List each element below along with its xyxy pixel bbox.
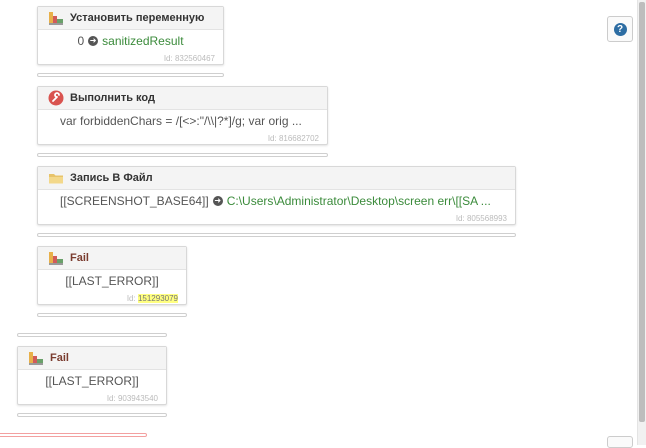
block-header: Выполнить код — [38, 87, 327, 110]
variable-name: sanitizedResult — [102, 34, 184, 48]
variable-blocks-icon — [48, 10, 64, 26]
error-variable: [[LAST_ERROR]] — [45, 374, 139, 388]
block-header: Установить переменную — [38, 7, 223, 30]
question-icon: ? — [613, 22, 627, 36]
block-header: Fail — [38, 247, 186, 270]
scroll-top-button[interactable] — [607, 436, 633, 448]
variable-index: 0 — [77, 34, 85, 48]
block-title: Запись В Файл — [70, 172, 153, 184]
block-header: Fail — [18, 347, 166, 370]
block-connector[interactable] — [37, 233, 516, 237]
highlighted-id: 151293079 — [137, 294, 178, 303]
folder-icon — [48, 170, 64, 186]
block-id: Id: 816682702 — [267, 134, 319, 143]
block-title: Fail — [50, 352, 69, 364]
block-connector[interactable] — [37, 153, 328, 157]
scrollbar-thumb[interactable] — [639, 2, 645, 422]
file-content-var: [[SCREENSHOT_BASE64]] — [60, 194, 209, 208]
block-title: Fail — [70, 252, 89, 264]
block-body: [[SCREENSHOT_BASE64]] ➜ C:\Users\Adminis… — [38, 190, 515, 212]
block-body: [[LAST_ERROR]] — [18, 370, 166, 392]
code-preview: var forbiddenChars = /[<>:"/\\|?*]/g; va… — [60, 114, 302, 128]
block-fail[interactable]: Fail [[LAST_ERROR]] Id: 151293079 — [37, 246, 187, 305]
block-header: Запись В Файл — [38, 167, 515, 190]
block-id: Id: 903943540 — [106, 394, 158, 403]
error-variable: [[LAST_ERROR]] — [65, 274, 159, 288]
block-connector[interactable] — [37, 73, 224, 77]
arrow-right-circle-icon: ➜ — [88, 36, 99, 46]
help-button[interactable]: ? — [607, 16, 633, 42]
vertical-scrollbar[interactable] — [637, 0, 646, 445]
block-connector[interactable] — [37, 313, 187, 317]
file-path: C:\Users\Administrator\Desktop\screen er… — [226, 194, 491, 208]
variable-blocks-icon — [48, 250, 64, 266]
block-body: [[LAST_ERROR]] — [38, 270, 186, 292]
block-connector[interactable] — [17, 333, 167, 337]
block-body: 0 ➜ sanitizedResult — [38, 30, 223, 52]
drop-target-connector[interactable] — [0, 433, 147, 437]
block-write-file[interactable]: Запись В Файл [[SCREENSHOT_BASE64]] ➜ C:… — [37, 166, 516, 225]
block-id: Id: 832560467 — [163, 54, 215, 63]
block-id: Id: 805568993 — [455, 214, 507, 223]
block-title: Установить переменную — [70, 12, 205, 24]
block-set-variable[interactable]: Установить переменную 0 ➜ sanitizedResul… — [37, 6, 224, 65]
block-execute-code[interactable]: Выполнить код var forbiddenChars = /[<>:… — [37, 86, 328, 145]
block-fail[interactable]: Fail [[LAST_ERROR]] Id: 903943540 — [17, 346, 167, 405]
block-id: Id: 151293079 — [126, 294, 178, 303]
block-title: Выполнить код — [70, 92, 155, 104]
block-connector[interactable] — [17, 413, 167, 417]
wrench-icon — [48, 90, 64, 106]
variable-blocks-icon — [28, 350, 44, 366]
arrow-right-circle-icon: ➜ — [212, 196, 223, 206]
block-body: var forbiddenChars = /[<>:"/\\|?*]/g; va… — [38, 110, 327, 132]
